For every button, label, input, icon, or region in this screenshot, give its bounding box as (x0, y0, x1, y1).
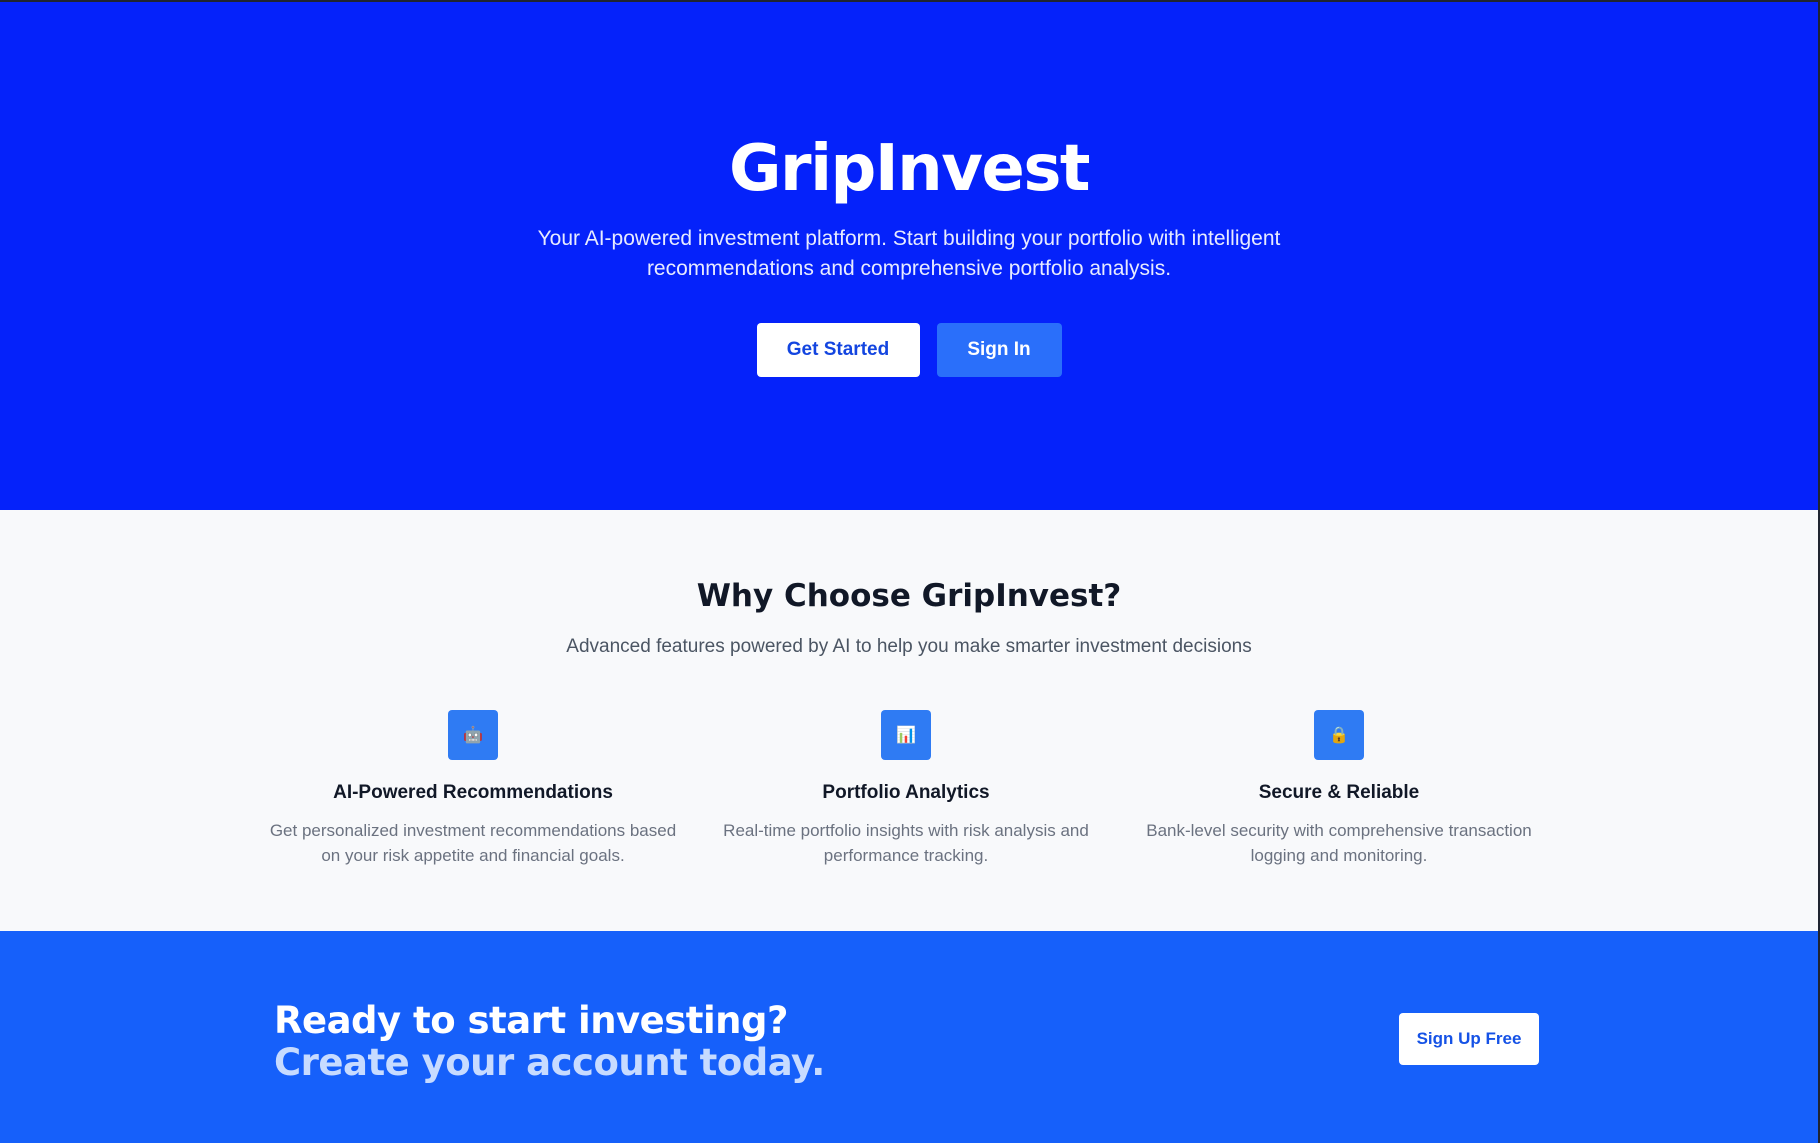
feature-card-portfolio-analytics: 📊 Portfolio Analytics Real-time portfoli… (696, 710, 1116, 868)
hero-section: GripInvest Your AI-powered investment pl… (0, 2, 1818, 510)
feature-description: Bank-level security with comprehensive t… (1146, 821, 1532, 865)
hero-actions: Get Started Sign In (0, 323, 1818, 377)
features-title: Why Choose GripInvest? (696, 578, 1122, 614)
feature-title: AI-Powered Recommendations (333, 782, 613, 803)
lock-icon: 🔒 (1314, 710, 1364, 760)
cta-heading: Ready to start investing? (274, 999, 788, 1042)
cta-subheading: Create your account today. (274, 1041, 825, 1084)
feature-description: Get personalized investment recommendati… (269, 821, 677, 865)
feature-description: Real-time portfolio insights with risk a… (723, 821, 1089, 865)
get-started-button[interactable]: Get Started (756, 323, 920, 377)
robot-icon: 🤖 (448, 710, 498, 760)
feature-title: Portfolio Analytics (822, 782, 990, 803)
sign-up-free-button[interactable]: Sign Up Free (1399, 1013, 1539, 1065)
feature-card-secure-reliable: 🔒 Secure & Reliable Bank-level security … (1129, 710, 1549, 868)
sign-in-button[interactable]: Sign In (936, 323, 1062, 377)
features-section: Why Choose GripInvest? Advanced features… (0, 510, 1818, 931)
feature-card-ai-recommendations: 🤖 AI-Powered Recommendations Get persona… (263, 710, 683, 868)
landing-page: GripInvest Your AI-powered investment pl… (0, 0, 1818, 1143)
chart-icon: 📊 (881, 710, 931, 760)
feature-title: Secure & Reliable (1258, 782, 1420, 803)
hero-subtitle: Your AI-powered investment platform. Sta… (537, 227, 1281, 280)
brand-title: GripInvest (728, 132, 1091, 206)
cta-section: Ready to start investing? Create your ac… (0, 931, 1818, 1143)
features-subtitle: Advanced features powered by AI to help … (566, 636, 1252, 657)
